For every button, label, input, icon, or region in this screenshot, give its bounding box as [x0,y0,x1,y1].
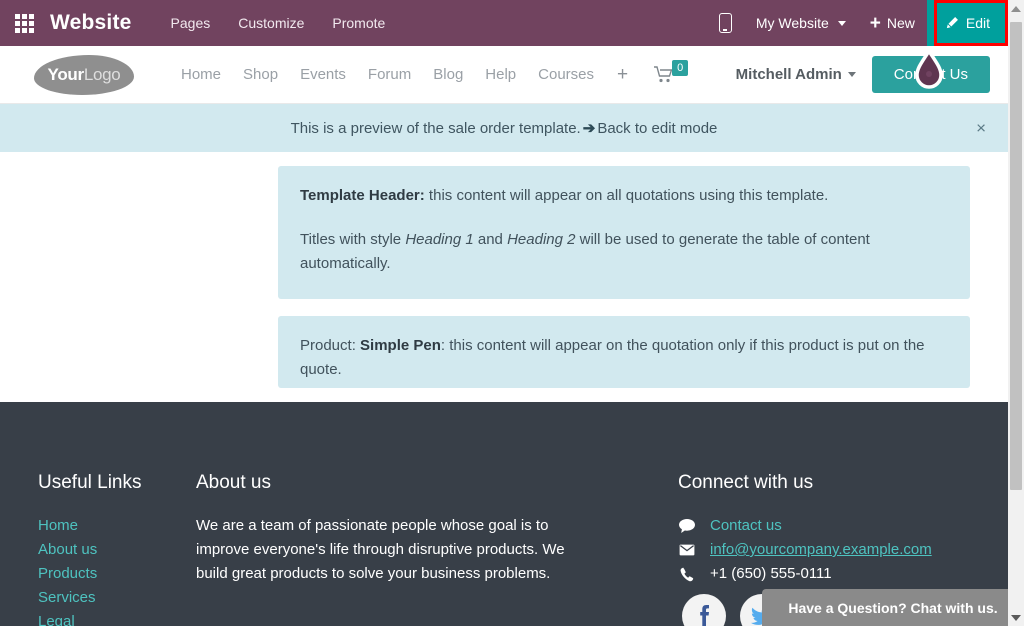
odoo-menubar: Pages Customize Promote [158,9,399,37]
footer-connect-title: Connect with us [678,472,1008,494]
footer-contact-row[interactable]: Contact us [678,514,1008,538]
product-note-paragraph: Product: Simple Pen: this content will a… [300,334,948,382]
facebook-icon[interactable] [682,594,726,626]
footer-contact-us-link[interactable]: Contact us [710,514,782,538]
logo-text-bold: Your [48,65,84,84]
p2-text-b: and [474,231,507,248]
footer-phone-number: +1 (650) 555-0111 [710,562,832,586]
chevron-down-icon [838,21,846,26]
scroll-down-arrow[interactable] [1008,609,1024,626]
odoo-top-bar: Website Pages Customize Promote My Websi… [0,0,1008,46]
footer-useful-links: Useful Links Home About us Products Serv… [38,472,178,626]
menu-item-pages[interactable]: Pages [158,9,224,37]
website-header: YourLogo Home Shop Events Forum Blog Hel… [0,46,1008,104]
plus-icon: + [870,14,881,33]
nav-link-forum[interactable]: Forum [357,60,422,89]
envelope-icon [678,544,696,556]
product-name: Simple Pen [360,337,441,354]
footer-phone-row: +1 (650) 555-0111 [678,562,1008,586]
edit-button-label: Edit [966,15,990,31]
chat-widget-button[interactable]: Have a Question? Chat with us. [762,589,1024,626]
page-content: Template Header: this content will appea… [0,152,1008,402]
site-logo[interactable]: YourLogo [34,55,134,95]
footer-email-link[interactable]: info@yourcompany.example.com [710,538,932,562]
arrow-right-icon: ➔ [583,119,596,137]
cart-count-badge: 0 [672,60,688,76]
p2-text-a: Titles with style [300,231,405,248]
contact-us-button[interactable]: Contact Us [872,56,990,93]
chevron-down-icon [848,72,856,77]
logo-text-light: Logo [84,65,121,84]
template-header-alert: Template Header: this content will appea… [278,166,970,299]
website-selector[interactable]: My Website [744,0,858,46]
nav-link-events[interactable]: Events [289,60,357,89]
user-menu[interactable]: Mitchell Admin [736,66,856,83]
scroll-up-arrow[interactable] [1008,0,1024,17]
footer-link-services[interactable]: Services [38,586,178,610]
footer-useful-links-title: Useful Links [38,472,178,494]
chat-bubble-icon [678,519,696,533]
app-title[interactable]: Website [50,11,132,35]
page-scrollbar[interactable] [1008,0,1024,626]
nav-link-blog[interactable]: Blog [422,60,474,89]
menu-item-customize[interactable]: Customize [225,9,317,37]
template-header-paragraph-1: Template Header: this content will appea… [300,184,948,208]
edit-highlight-top [934,0,1008,3]
odoo-bar-right: My Website + New Edit [707,0,1008,46]
menu-item-promote[interactable]: Promote [319,9,398,37]
p2-heading-1: Heading 1 [405,231,473,248]
browser-viewport: Website Pages Customize Promote My Websi… [0,0,1024,626]
edit-button[interactable]: Edit [927,0,1008,46]
phone-icon [678,567,696,582]
footer-about-title: About us [196,472,566,494]
product-note-alert: Product: Simple Pen: this content will a… [278,316,970,388]
preview-banner: This is a preview of the sale order temp… [0,104,1008,152]
footer-about-body: We are a team of passionate people whose… [196,514,566,586]
nav-link-courses[interactable]: Courses [527,60,605,89]
footer-about-us: About us We are a team of passionate peo… [196,472,566,586]
footer-connect: Connect with us Contact us info@yourcomp… [678,472,1008,586]
mobile-preview-icon [719,13,732,33]
new-button-label: New [887,15,915,31]
template-header-paragraph-2: Titles with style Heading 1 and Heading … [300,228,948,276]
product-note-prefix: Product: [300,337,360,354]
shopping-cart-button[interactable]: 0 [654,66,688,83]
scroll-thumb[interactable] [1010,22,1022,490]
grid-apps-icon[interactable] [8,0,40,46]
website-selector-label: My Website [756,15,829,31]
pencil-icon [945,16,959,30]
template-header-lead: Template Header: [300,187,425,204]
nav-link-help[interactable]: Help [474,60,527,89]
plus-icon[interactable]: + [605,60,640,90]
footer-email-row[interactable]: info@yourcompany.example.com [678,538,1008,562]
new-button[interactable]: + New [858,0,927,46]
nav-link-shop[interactable]: Shop [232,60,289,89]
nav-link-home[interactable]: Home [170,60,232,89]
footer-link-products[interactable]: Products [38,562,178,586]
mobile-preview-button[interactable] [707,0,744,46]
preview-banner-message: This is a preview of the sale order temp… [291,120,581,137]
footer-link-legal[interactable]: Legal [38,610,178,626]
site-navigation: Home Shop Events Forum Blog Help Courses… [170,60,688,90]
template-header-rest: this content will appear on all quotatio… [425,187,829,204]
shopping-cart-icon [654,66,674,83]
logo-text: YourLogo [48,65,121,85]
website-header-right: Mitchell Admin Contact Us [736,56,990,93]
back-to-edit-mode-link[interactable]: Back to edit mode [597,120,717,137]
p2-heading-2: Heading 2 [507,231,575,248]
user-menu-label: Mitchell Admin [736,66,842,83]
footer-link-home[interactable]: Home [38,514,178,538]
footer-link-about-us[interactable]: About us [38,538,178,562]
close-icon[interactable]: × [976,120,986,137]
